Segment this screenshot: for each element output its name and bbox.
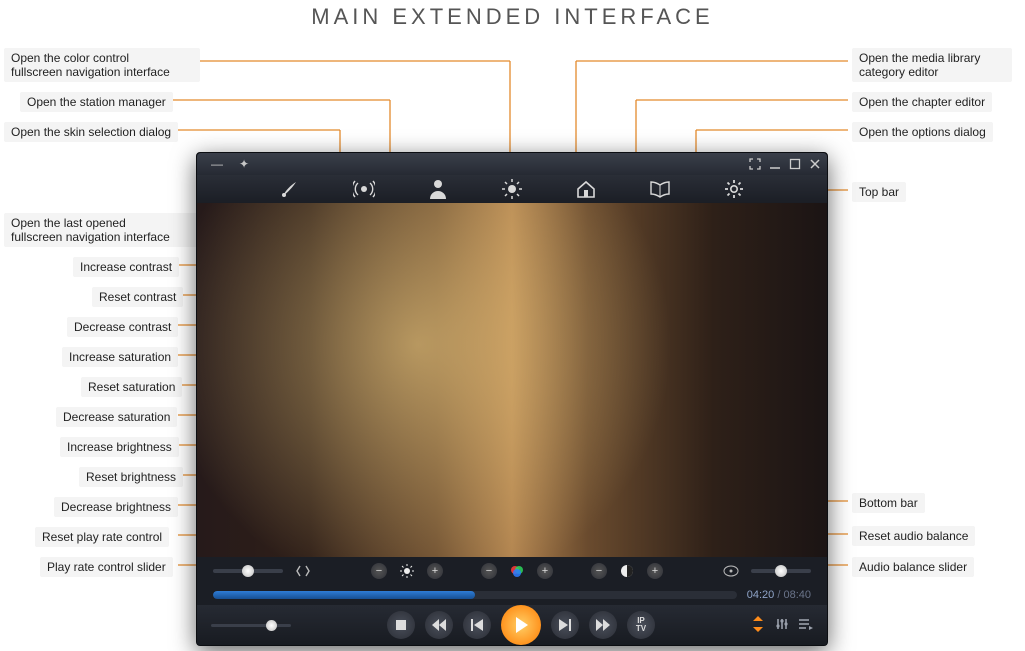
progress-bar-row: 04:20 / 08:40	[197, 585, 827, 605]
player-window: — ✦	[196, 152, 828, 646]
fast-forward-button[interactable]	[589, 611, 617, 639]
seek-bar[interactable]	[213, 591, 737, 599]
time-current: 04:20	[747, 589, 775, 601]
saturation-icon[interactable]	[509, 563, 525, 579]
bottom-bar: − + − + − +	[197, 557, 827, 585]
play-button[interactable]	[501, 605, 541, 645]
equalizer-icon[interactable]	[775, 617, 789, 634]
label-station-mgr: Open the station manager	[20, 92, 173, 112]
maximize-icon[interactable]	[789, 158, 801, 170]
nav-person-icon[interactable]	[426, 177, 450, 201]
time-total: 08:40	[783, 589, 811, 601]
rewind-button[interactable]	[425, 611, 453, 639]
label-chapter-ed: Open the chapter editor	[852, 92, 992, 112]
control-bar: IP TV	[197, 605, 827, 645]
brightness-icon[interactable]	[399, 563, 415, 579]
label-inc-bright: Increase brightness	[60, 437, 179, 457]
seek-fill	[213, 591, 475, 599]
decrease-brightness-button[interactable]: −	[371, 563, 387, 579]
label-reset-bright: Reset brightness	[79, 467, 183, 487]
reset-audio-balance-icon[interactable]	[723, 563, 739, 579]
volume-slider[interactable]	[211, 624, 291, 627]
previous-button[interactable]	[463, 611, 491, 639]
chapter-book-icon[interactable]	[648, 177, 672, 201]
titlebar: — ✦	[197, 153, 827, 175]
label-balance-slider: Audio balance slider	[852, 557, 974, 577]
time-display: 04:20 / 08:40	[747, 589, 811, 601]
audio-balance-slider[interactable]	[751, 569, 811, 573]
station-broadcast-icon[interactable]	[352, 177, 376, 201]
titlebar-sparkle-icon[interactable]: ✦	[239, 157, 249, 171]
contrast-icon[interactable]	[619, 563, 635, 579]
titlebar-dash-icon[interactable]: —	[211, 157, 223, 171]
label-reset-balance: Reset audio balance	[852, 526, 975, 546]
stop-button[interactable]	[387, 611, 415, 639]
decrease-saturation-button[interactable]: −	[481, 563, 497, 579]
decrease-contrast-button[interactable]: −	[591, 563, 607, 579]
label-inc-sat: Increase saturation	[62, 347, 178, 367]
label-inc-contrast: Increase contrast	[73, 257, 179, 277]
label-dec-contrast: Decrease contrast	[67, 317, 178, 337]
top-bar	[197, 175, 827, 203]
label-dec-sat: Decrease saturation	[56, 407, 177, 427]
label-reset-contrast: Reset contrast	[92, 287, 183, 307]
play-rate-slider[interactable]	[213, 569, 283, 573]
increase-brightness-button[interactable]: +	[427, 563, 443, 579]
minimize-icon[interactable]	[769, 158, 781, 170]
close-icon[interactable]	[809, 158, 821, 170]
label-options: Open the options dialog	[852, 122, 993, 142]
video-area[interactable]	[197, 203, 827, 557]
color-sun-icon[interactable]	[500, 177, 524, 201]
label-reset-sat: Reset saturation	[81, 377, 182, 397]
label-reset-rate: Reset play rate control	[35, 527, 169, 547]
expand-up-down-icon[interactable]	[751, 616, 765, 635]
options-gear-icon[interactable]	[722, 177, 746, 201]
label-last-nav: Open the last opened fullscreen navigati…	[4, 213, 200, 247]
label-bottom-bar: Bottom bar	[852, 493, 925, 513]
fullscreen-icon[interactable]	[749, 158, 761, 170]
playlist-icon[interactable]	[799, 617, 813, 633]
next-button[interactable]	[551, 611, 579, 639]
increase-contrast-button[interactable]: +	[647, 563, 663, 579]
label-dec-bright: Decrease brightness	[54, 497, 178, 517]
library-house-icon[interactable]	[574, 177, 598, 201]
increase-saturation-button[interactable]: +	[537, 563, 553, 579]
skin-brush-icon[interactable]	[278, 177, 302, 201]
page-title: MAIN EXTENDED INTERFACE	[0, 4, 1025, 30]
label-top-bar: Top bar	[852, 182, 906, 202]
label-rate-slider: Play rate control slider	[40, 557, 173, 577]
reset-play-rate-icon[interactable]	[295, 563, 311, 579]
label-media-lib: Open the media library category editor	[852, 48, 1012, 82]
iptv-button[interactable]: IP TV	[627, 611, 655, 639]
label-skin-dialog: Open the skin selection dialog	[4, 122, 178, 142]
label-color-nav: Open the color control fullscreen naviga…	[4, 48, 200, 82]
